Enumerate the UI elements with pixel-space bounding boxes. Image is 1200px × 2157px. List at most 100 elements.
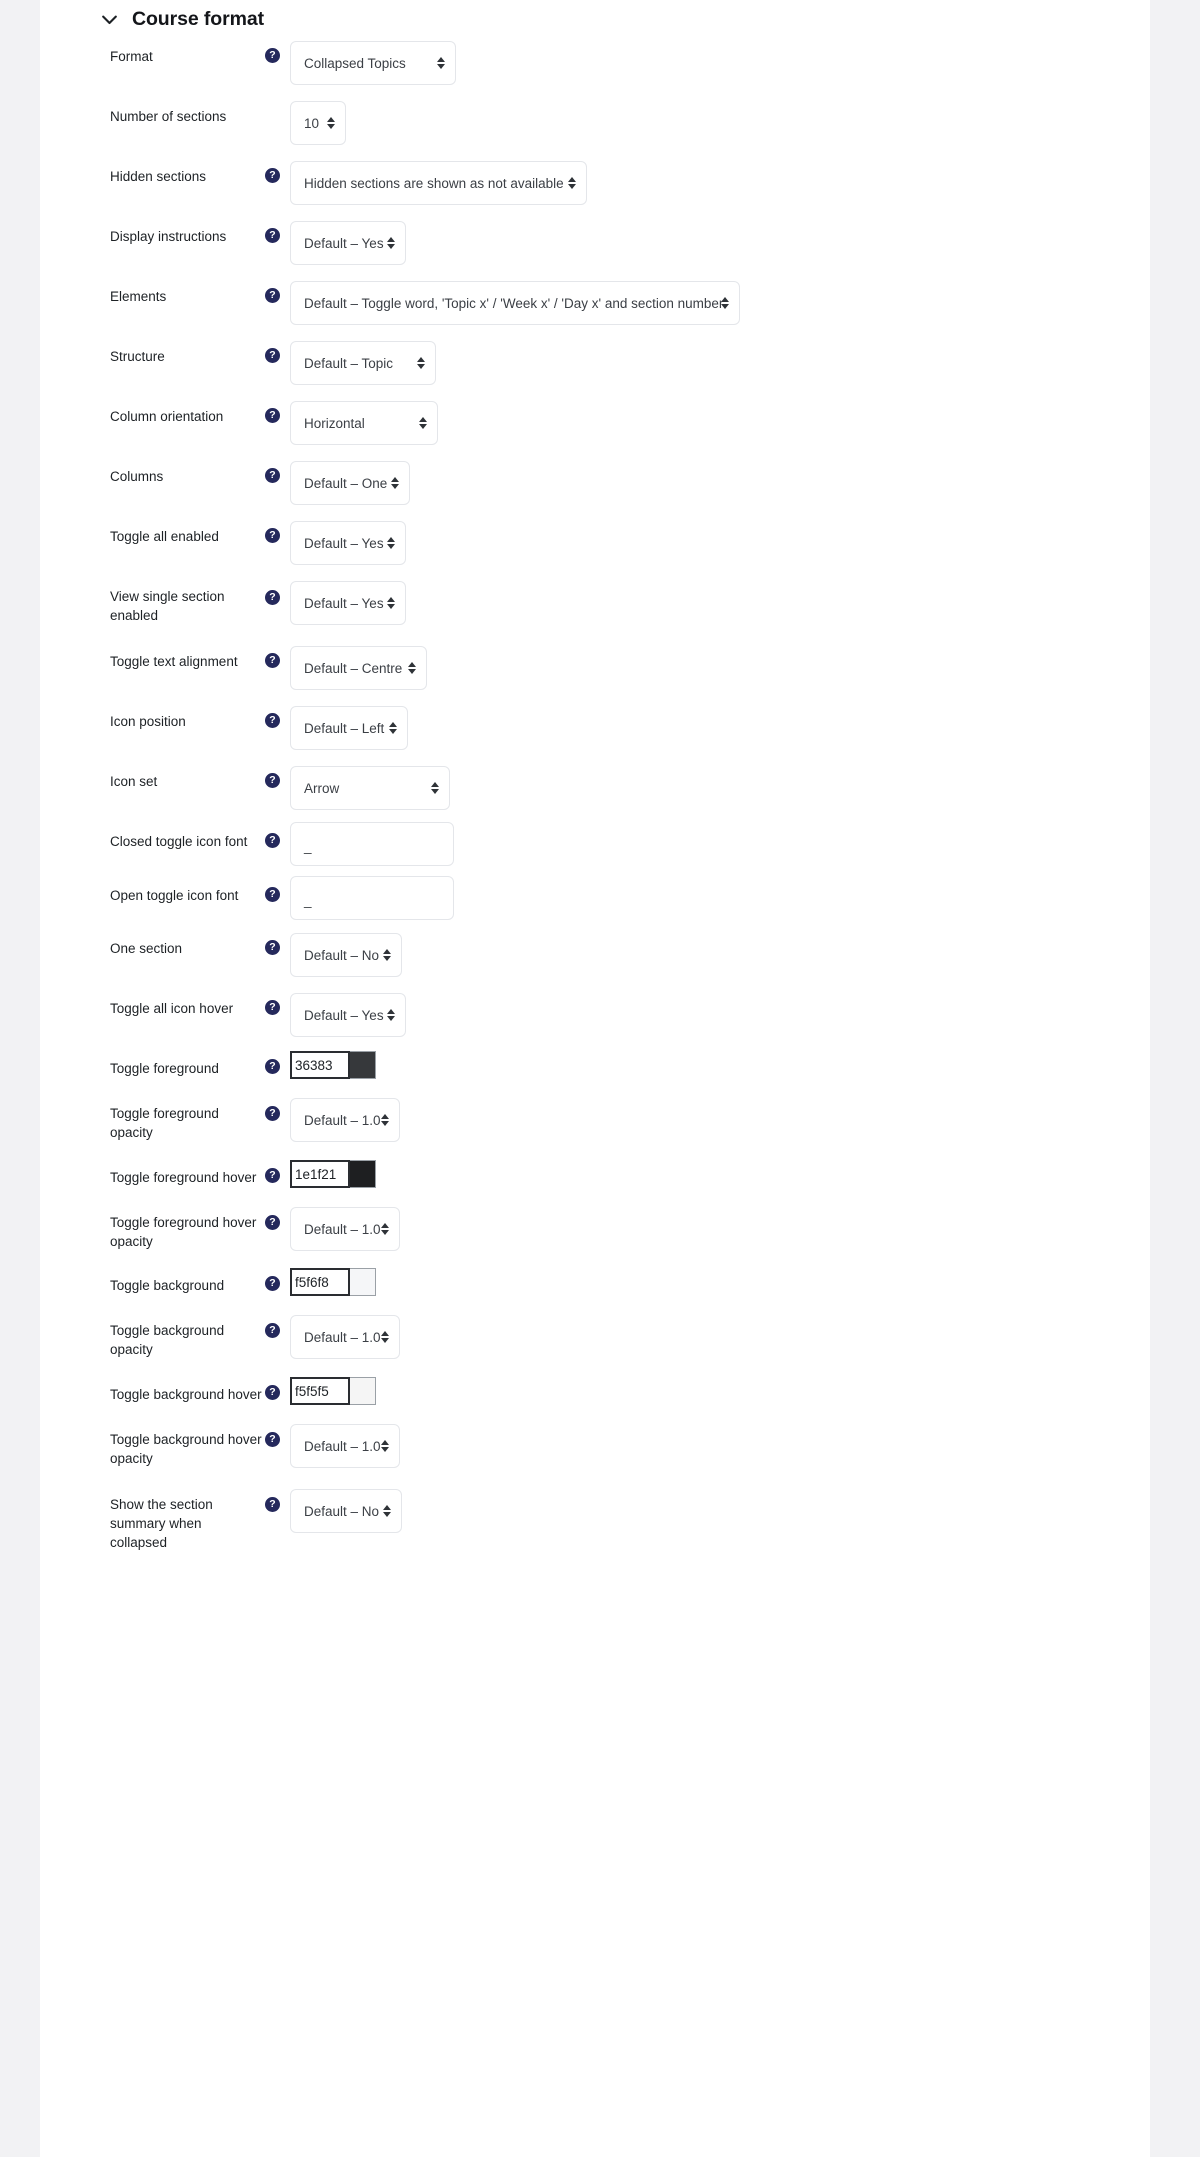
select-toggle_all_icon_hover[interactable]: Default – Yes — [290, 993, 406, 1037]
control-wrapper-elements: Default – Toggle word, 'Topic x' / 'Week… — [290, 281, 740, 325]
select-number_of_sections[interactable]: 10 — [290, 101, 346, 145]
help-icon-columns[interactable]: ? — [265, 468, 280, 483]
select-updown-arrows-icon — [383, 949, 391, 961]
field-label-toggle_background: Toggle background — [110, 1278, 225, 1293]
help-icon-display_instructions[interactable]: ? — [265, 228, 280, 243]
select-value-icon_set: Arrow — [304, 780, 340, 796]
select-elements[interactable]: Default – Toggle word, 'Topic x' / 'Week… — [290, 281, 740, 325]
control-wrapper-toggle_foreground: 36383 — [290, 1051, 376, 1079]
field-label-icon_set: Icon set — [110, 774, 158, 789]
select-one_section[interactable]: Default – No — [290, 933, 402, 977]
help-icon-toggle_text_alignment[interactable]: ? — [265, 653, 280, 668]
select-icon_set[interactable]: Arrow — [290, 766, 450, 810]
help-icon-open_toggle_icon_font[interactable]: ? — [265, 887, 280, 902]
select-value-number_of_sections: 10 — [304, 115, 320, 131]
select-updown-arrows-icon — [387, 237, 395, 249]
select-toggle_background_opacity[interactable]: Default – 1.0 — [290, 1315, 400, 1359]
select-toggle_foreground_opacity[interactable]: Default – 1.0 — [290, 1098, 400, 1142]
control-wrapper-toggle_background_hover_opacity: Default – 1.0 — [290, 1424, 400, 1468]
select-show_section_summary_when_collapsed[interactable]: Default – No — [290, 1489, 402, 1533]
select-value-structure: Default – Topic — [304, 355, 394, 371]
select-updown-arrows-icon — [327, 117, 335, 129]
colour-hex-input-toggle_background[interactable]: f5f6f8 — [290, 1268, 350, 1296]
help-icon-toggle_background_opacity[interactable]: ? — [265, 1323, 280, 1338]
help-icon-closed_toggle_icon_font[interactable]: ? — [265, 833, 280, 848]
field-label-toggle_all_icon_hover: Toggle all icon hover — [110, 1001, 234, 1016]
colour-swatch-toggle_background[interactable] — [350, 1268, 376, 1296]
control-wrapper-toggle_all_enabled: Default – Yes — [290, 521, 406, 565]
field-label-one_section: One section — [110, 941, 183, 956]
select-updown-arrows-icon — [381, 1114, 389, 1126]
select-value-one_section: Default – No — [304, 947, 380, 963]
field-label-icon_position: Icon position — [110, 714, 186, 729]
help-icon-show_section_summary_when_collapsed[interactable]: ? — [265, 1497, 280, 1512]
select-view_single_section_enabled[interactable]: Default – Yes — [290, 581, 406, 625]
select-updown-arrows-icon — [568, 177, 576, 189]
help-icon-icon_set[interactable]: ? — [265, 773, 280, 788]
help-icon-toggle_foreground_hover[interactable]: ? — [265, 1168, 280, 1183]
colour-hex-input-toggle_foreground[interactable]: 36383 — [290, 1051, 350, 1079]
section-header: Course format — [100, 8, 264, 31]
help-icon-toggle_all_enabled[interactable]: ? — [265, 528, 280, 543]
help-icon-toggle_background[interactable]: ? — [265, 1276, 280, 1291]
select-hidden_sections[interactable]: Hidden sections are shown as not availab… — [290, 161, 587, 205]
help-icon-format[interactable]: ? — [265, 48, 280, 63]
select-value-toggle_text_alignment: Default – Centre — [304, 660, 403, 676]
control-wrapper-structure: Default – Topic — [290, 341, 436, 385]
text-input-open_toggle_icon_font[interactable]: _ — [290, 876, 454, 920]
control-wrapper-toggle_background_opacity: Default – 1.0 — [290, 1315, 400, 1359]
select-toggle_background_hover_opacity[interactable]: Default – 1.0 — [290, 1424, 400, 1468]
colour-swatch-toggle_foreground[interactable] — [350, 1051, 376, 1079]
help-icon-view_single_section_enabled[interactable]: ? — [265, 590, 280, 605]
help-icon-toggle_background_hover_opacity[interactable]: ? — [265, 1432, 280, 1447]
select-structure[interactable]: Default – Topic — [290, 341, 436, 385]
help-icon-elements[interactable]: ? — [265, 288, 280, 303]
colour-field-toggle_background_hover: f5f5f5 — [290, 1377, 376, 1405]
select-columns[interactable]: Default – One — [290, 461, 410, 505]
select-value-hidden_sections: Hidden sections are shown as not availab… — [304, 175, 564, 191]
page-canvas: Course format Format? Collapsed Topics Num… — [0, 0, 1200, 2157]
help-icon-toggle_foreground_opacity[interactable]: ? — [265, 1106, 280, 1121]
help-icon-toggle_all_icon_hover[interactable]: ? — [265, 1000, 280, 1015]
control-wrapper-icon_position: Default – Left — [290, 706, 408, 750]
select-toggle_text_alignment[interactable]: Default – Centre — [290, 646, 427, 690]
select-value-toggle_all_enabled: Default – Yes — [304, 535, 384, 551]
control-wrapper-toggle_text_alignment: Default – Centre — [290, 646, 427, 690]
select-updown-arrows-icon — [387, 537, 395, 549]
select-updown-arrows-icon — [383, 1505, 391, 1517]
field-label-open_toggle_icon_font: Open toggle icon font — [110, 888, 239, 903]
field-label-number_of_sections: Number of sections — [110, 109, 227, 124]
select-toggle_all_enabled[interactable]: Default – Yes — [290, 521, 406, 565]
select-updown-arrows-icon — [419, 417, 427, 429]
control-wrapper-toggle_all_icon_hover: Default – Yes — [290, 993, 406, 1037]
field-label-toggle_background_hover: Toggle background hover — [110, 1387, 262, 1402]
select-updown-arrows-icon — [387, 597, 395, 609]
colour-hex-input-toggle_background_hover[interactable]: f5f5f5 — [290, 1377, 350, 1405]
help-icon-one_section[interactable]: ? — [265, 940, 280, 955]
chevron-down-icon[interactable] — [100, 11, 118, 29]
control-wrapper-toggle_background: f5f6f8 — [290, 1268, 376, 1296]
help-icon-toggle_foreground[interactable]: ? — [265, 1059, 280, 1074]
select-toggle_foreground_hover_opacity[interactable]: Default – 1.0 — [290, 1207, 400, 1251]
control-wrapper-show_section_summary_when_collapsed: Default – No — [290, 1489, 402, 1533]
help-icon-icon_position[interactable]: ? — [265, 713, 280, 728]
select-value-toggle_background_opacity: Default – 1.0 — [304, 1329, 381, 1345]
colour-hex-input-toggle_foreground_hover[interactable]: 1e1f21 — [290, 1160, 350, 1188]
select-display_instructions[interactable]: Default – Yes — [290, 221, 406, 265]
select-icon_position[interactable]: Default – Left — [290, 706, 408, 750]
help-icon-structure[interactable]: ? — [265, 348, 280, 363]
field-label-toggle_foreground_hover: Toggle foreground hover — [110, 1170, 257, 1185]
help-icon-toggle_foreground_hover_opacity[interactable]: ? — [265, 1215, 280, 1230]
colour-swatch-toggle_background_hover[interactable] — [350, 1377, 376, 1405]
help-icon-column_orientation[interactable]: ? — [265, 408, 280, 423]
field-label-view_single_section_enabled: View single section enabled — [110, 589, 225, 623]
control-wrapper-toggle_background_hover: f5f5f5 — [290, 1377, 376, 1405]
select-updown-arrows-icon — [387, 1009, 395, 1021]
text-input-closed_toggle_icon_font[interactable]: _ — [290, 822, 454, 866]
field-label-toggle_foreground: Toggle foreground — [110, 1061, 219, 1076]
select-format[interactable]: Collapsed Topics — [290, 41, 456, 85]
colour-swatch-toggle_foreground_hover[interactable] — [350, 1160, 376, 1188]
help-icon-toggle_background_hover[interactable]: ? — [265, 1385, 280, 1400]
help-icon-hidden_sections[interactable]: ? — [265, 168, 280, 183]
select-column_orientation[interactable]: Horizontal — [290, 401, 438, 445]
